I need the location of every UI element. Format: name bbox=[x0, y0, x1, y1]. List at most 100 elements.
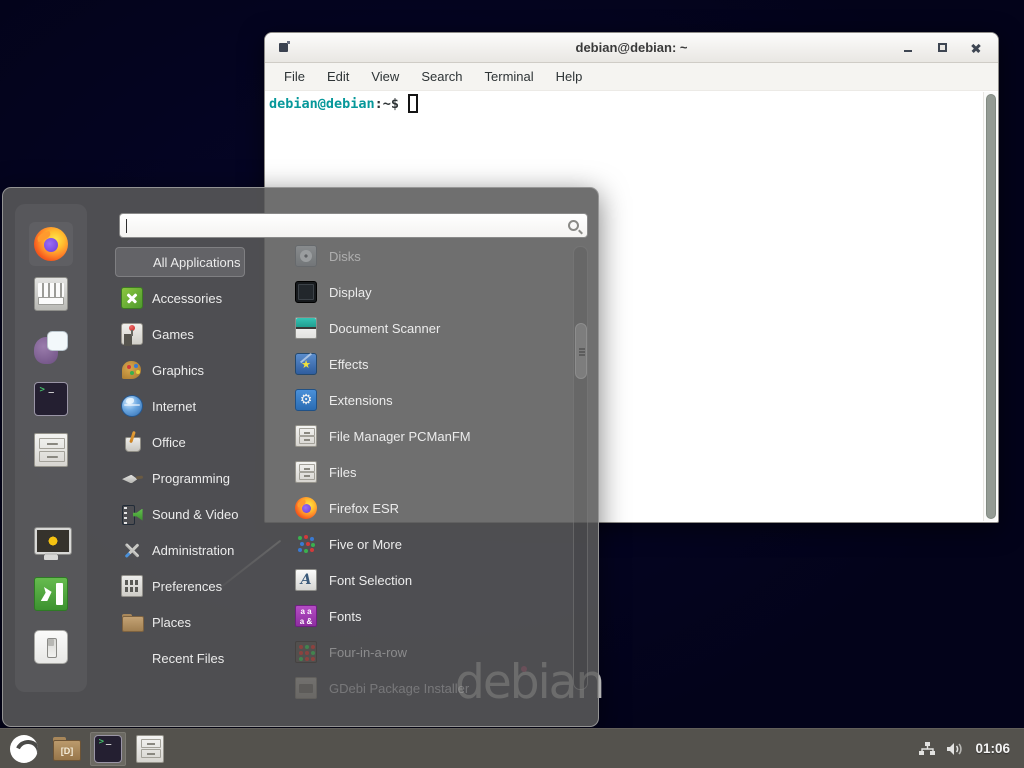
programming-icon bbox=[121, 467, 143, 489]
network-icon[interactable] bbox=[918, 741, 936, 757]
app-item-label: GDebi Package Installer bbox=[329, 681, 469, 696]
app-item-display[interactable]: Display bbox=[265, 274, 565, 310]
sidebar-item-all-applications[interactable]: All Applications bbox=[115, 247, 245, 277]
sidebar-item-games[interactable]: Games bbox=[115, 316, 275, 352]
terminal-prompt: debian@debian:~$ bbox=[269, 94, 418, 113]
sidebar-item-administration[interactable]: Administration bbox=[115, 532, 275, 568]
effects-icon bbox=[295, 353, 317, 375]
disks-icon bbox=[295, 245, 317, 267]
volume-icon[interactable] bbox=[946, 741, 965, 757]
menubar-item-terminal[interactable]: Terminal bbox=[474, 65, 545, 88]
category-label: Places bbox=[152, 615, 191, 630]
app-item-five-or-more[interactable]: Five or More bbox=[265, 526, 565, 562]
clock[interactable]: 01:06 bbox=[975, 741, 1010, 756]
app-item-label: Extensions bbox=[329, 393, 393, 408]
maximize-icon[interactable] bbox=[936, 42, 948, 54]
terminal-scrollbar[interactable] bbox=[983, 92, 997, 521]
favorite-pidgin[interactable] bbox=[29, 325, 73, 369]
preferences-icon bbox=[121, 575, 143, 597]
app-item-extensions[interactable]: Extensions bbox=[265, 382, 565, 418]
app-item-effects[interactable]: Effects bbox=[265, 346, 565, 382]
menu-button[interactable] bbox=[6, 732, 42, 766]
close-icon[interactable] bbox=[970, 42, 982, 54]
app-list-scrollbar-thumb[interactable] bbox=[575, 323, 587, 379]
system-tray: 01:06 bbox=[918, 741, 1018, 757]
office-icon bbox=[121, 431, 143, 453]
menubar-item-file[interactable]: File bbox=[273, 65, 316, 88]
sidebar-item-accessories[interactable]: Accessories bbox=[115, 280, 275, 316]
category-label: Recent Files bbox=[152, 651, 224, 666]
minimize-icon[interactable] bbox=[902, 42, 914, 54]
file-manager-task[interactable] bbox=[132, 732, 168, 766]
sound-video-icon bbox=[121, 503, 143, 525]
favorite-file-manager[interactable] bbox=[29, 428, 73, 472]
sidebar-item-office[interactable]: Office bbox=[115, 424, 275, 460]
terminal-scrollbar-thumb[interactable] bbox=[986, 94, 996, 519]
app-item-font-selection[interactable]: Font Selection bbox=[265, 562, 565, 598]
app-item-label: Effects bbox=[329, 357, 369, 372]
menubar-item-search[interactable]: Search bbox=[410, 65, 473, 88]
shutdown-icon bbox=[34, 630, 68, 664]
sidebar-item-preferences[interactable]: Preferences bbox=[115, 568, 275, 604]
category-label: Games bbox=[152, 327, 194, 342]
favorite-shutdown[interactable] bbox=[29, 625, 73, 669]
category-label: Administration bbox=[152, 543, 234, 558]
folder-icon bbox=[121, 611, 143, 633]
sidebar-item-graphics[interactable]: Graphics bbox=[115, 352, 275, 388]
desktop-folder[interactable] bbox=[48, 732, 84, 766]
favorite-keyboard-app[interactable] bbox=[29, 272, 73, 316]
app-item-firefox-esr[interactable]: Firefox ESR bbox=[265, 490, 565, 526]
app-item-label: Four-in-a-row bbox=[329, 645, 407, 660]
graphics-icon bbox=[121, 359, 143, 381]
firefox-icon bbox=[34, 227, 68, 261]
favorite-lock-screen[interactable] bbox=[29, 521, 73, 565]
app-item-four-in-a-row[interactable]: Four-in-a-row bbox=[265, 634, 565, 670]
app-item-files[interactable]: Files bbox=[265, 454, 565, 490]
sidebar-item-places[interactable]: Places bbox=[115, 604, 275, 640]
search-box[interactable] bbox=[119, 213, 588, 238]
internet-icon bbox=[121, 395, 143, 417]
category-list: All Applications Accessories Games Graphics… bbox=[115, 244, 275, 676]
cabinet-icon bbox=[295, 461, 317, 483]
search-input[interactable] bbox=[129, 218, 568, 233]
app-item-disks[interactable]: Disks bbox=[265, 238, 565, 274]
menubar-item-view[interactable]: View bbox=[360, 65, 410, 88]
app-item-file-manager-pcmanfm[interactable]: File Manager PCManFM bbox=[265, 418, 565, 454]
app-list-scrollbar[interactable] bbox=[573, 246, 588, 690]
terminal-titlebar[interactable]: debian@debian: ~ bbox=[265, 33, 998, 63]
sidebar-item-recent-files[interactable]: Recent Files bbox=[115, 640, 275, 676]
cabinet-icon bbox=[295, 425, 317, 447]
scrollbar-grip bbox=[579, 348, 585, 350]
favorites-panel bbox=[15, 204, 87, 692]
terminal-app-icon bbox=[94, 735, 122, 763]
search-icon bbox=[568, 220, 579, 231]
favorite-firefox[interactable] bbox=[29, 222, 73, 266]
logout-icon bbox=[34, 577, 68, 611]
display-icon bbox=[295, 281, 317, 303]
document-scanner-icon bbox=[295, 317, 317, 339]
menubar-item-edit[interactable]: Edit bbox=[316, 65, 360, 88]
taskbar: 01:06 bbox=[0, 728, 1024, 768]
menubar-item-help[interactable]: Help bbox=[545, 65, 594, 88]
sidebar-item-internet[interactable]: Internet bbox=[115, 388, 275, 424]
terminal-task[interactable] bbox=[90, 732, 126, 766]
prompt-user: debian@debian bbox=[269, 96, 375, 112]
favorite-logout[interactable] bbox=[29, 572, 73, 616]
app-item-label: Disks bbox=[329, 249, 361, 264]
sidebar-item-sound-video[interactable]: Sound & Video bbox=[115, 496, 275, 532]
folder-d-icon bbox=[52, 735, 80, 763]
application-list: Disks DisplayDocument Scanner Effects Exten… bbox=[265, 238, 565, 706]
favorite-terminal[interactable] bbox=[29, 377, 73, 421]
window-title: debian@debian: ~ bbox=[265, 40, 998, 55]
app-item-document-scanner[interactable]: Document Scanner bbox=[265, 310, 565, 346]
keyboard-icon bbox=[34, 277, 68, 311]
app-item-gdebi-package-installer[interactable]: GDebi Package Installer bbox=[265, 670, 565, 706]
firefox-icon bbox=[295, 497, 317, 519]
app-item-label: Five or More bbox=[329, 537, 402, 552]
cabinet-icon bbox=[136, 735, 164, 763]
category-label: All Applications bbox=[153, 255, 240, 270]
category-label: Office bbox=[152, 435, 186, 450]
font-selection-icon bbox=[295, 569, 317, 591]
sidebar-item-programming[interactable]: Programming bbox=[115, 460, 275, 496]
app-item-fonts[interactable]: Fonts bbox=[265, 598, 565, 634]
